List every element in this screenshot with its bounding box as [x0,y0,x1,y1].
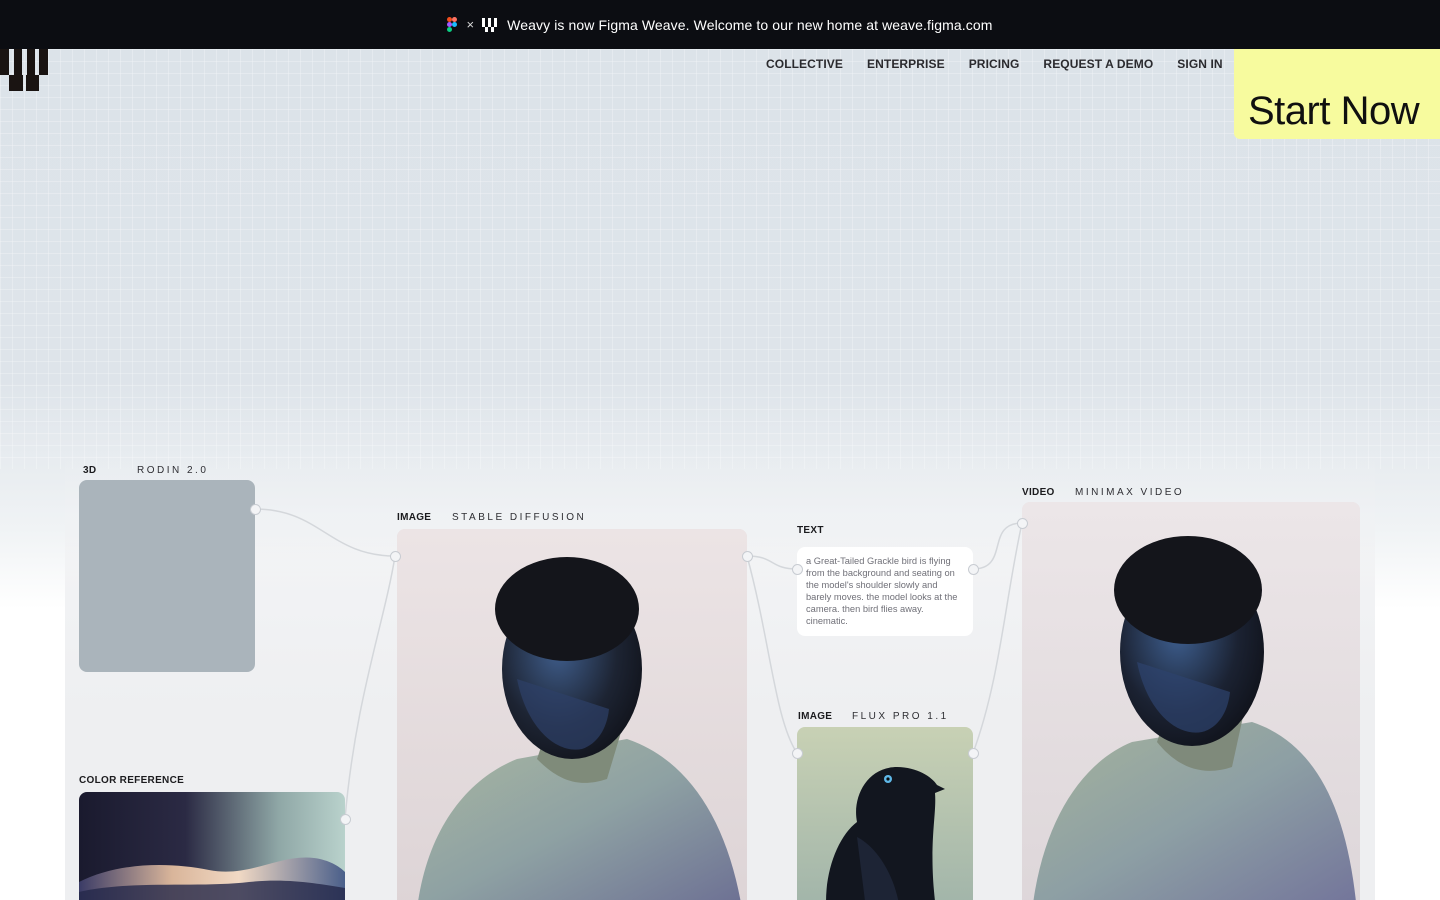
nav-sign-in[interactable]: SIGN IN [1177,57,1222,71]
nav-collective[interactable]: COLLECTIVE [766,57,843,71]
flux-input-port[interactable] [791,747,803,759]
banner-text: Weavy is now Figma Weave. Welcome to our… [507,16,993,33]
node-type-color-reference: COLOR REFERENCE [79,775,185,786]
figma-icon [447,17,458,32]
text-output-port[interactable] [967,563,979,575]
weavy-logo[interactable] [0,49,48,91]
portrait-man-image [397,529,747,900]
start-now-button[interactable]: Start Now [1234,49,1440,139]
times-separator: × [466,17,475,32]
node-model-stable-diffusion: STABLE DIFFUSION [452,512,587,523]
color-reference-image[interactable] [79,792,345,900]
nav-enterprise[interactable]: ENTERPRISE [867,57,945,71]
node-type-3d: 3D [83,465,97,476]
grackle-bird-image [797,727,973,900]
stable-diffusion-output-image[interactable] [397,529,747,900]
node-type-video: VIDEO [1022,487,1055,498]
minimax-video-output[interactable] [1022,502,1360,900]
text-input-port[interactable] [791,563,803,575]
announcement-banner[interactable]: × Weavy is now Figma Weave. Welcome to o… [0,0,1440,49]
color-ref-output-port[interactable] [339,813,351,825]
text-prompt-card[interactable]: a Great-Tailed Grackle bird is flying fr… [797,547,973,636]
node-type-image-flux: IMAGE [798,711,833,722]
node-model-minimax: MINIMAX VIDEO [1075,487,1185,498]
nav-request-demo[interactable]: REQUEST A DEMO [1043,57,1153,71]
node-type-image-sd: IMAGE [397,512,432,523]
node-model-rodin: RODIN 2.0 [137,465,209,476]
node-model-flux: FLUX PRO 1.1 [852,711,949,722]
video-portrait-image [1022,502,1360,900]
sd-input-port[interactable] [389,550,401,562]
color-reference-art [79,792,345,900]
flux-output-image[interactable] [797,727,973,900]
weave-logo-icon [482,17,498,32]
sd-output-port[interactable] [741,550,753,562]
main-nav: COLLECTIVE ENTERPRISE PRICING REQUEST A … [766,57,1247,71]
rodin-3d-card[interactable] [79,480,255,672]
rodin-output-port[interactable] [249,503,261,515]
grid-texture [0,49,1440,469]
node-type-text: TEXT [797,525,824,536]
nav-pricing[interactable]: PRICING [969,57,1020,71]
flux-output-port[interactable] [967,747,979,759]
video-input-port[interactable] [1016,517,1028,529]
